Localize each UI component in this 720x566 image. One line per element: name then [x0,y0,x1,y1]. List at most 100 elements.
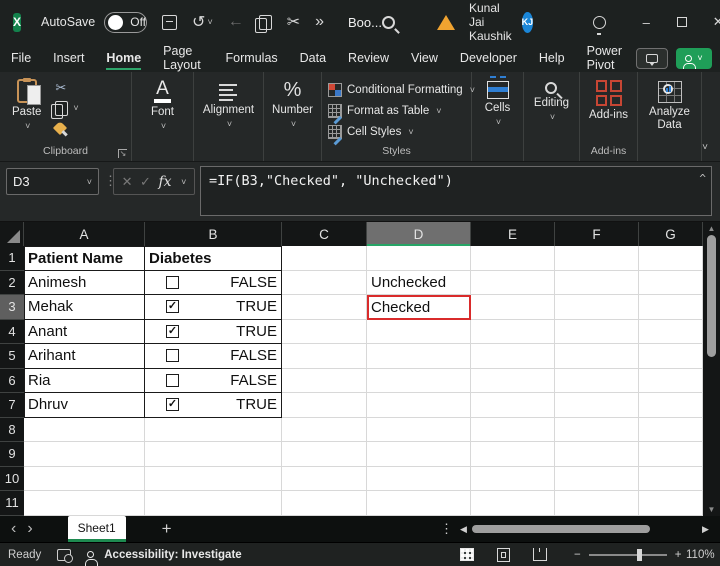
cell-c3[interactable] [282,295,367,320]
cell-d6[interactable] [367,369,471,394]
row-header[interactable]: 10 [0,467,24,492]
cell-f10[interactable] [555,467,639,492]
enter-button[interactable]: ✓ [140,174,151,190]
select-all-button[interactable] [0,222,24,246]
cells-menu-button[interactable]: Cells ˅ [485,72,511,144]
row-header[interactable]: 4 [0,320,24,345]
cell-d2[interactable]: Unchecked [367,271,471,296]
scroll-down-icon[interactable]: ▼ [703,505,720,514]
cell-c11[interactable] [282,491,367,516]
column-header-g[interactable]: G [639,222,703,246]
cell-d10[interactable] [367,467,471,492]
row-header-selected[interactable]: 3 [0,295,24,320]
cell-g7[interactable] [639,393,703,418]
cell-a1[interactable]: Patient Name [24,246,145,271]
cell-c4[interactable] [282,320,367,345]
macro-record-icon[interactable] [57,549,71,561]
cell-b5[interactable]: FALSE [145,344,282,369]
cell-c5[interactable] [282,344,367,369]
horizontal-scrollbar-thumb[interactable] [472,525,650,533]
copy-button[interactable]: ˅ [55,100,78,116]
cell-c1[interactable] [282,246,367,271]
cell-e9[interactable] [471,442,555,467]
row-header[interactable]: 8 [0,418,24,443]
cell-c7[interactable] [282,393,367,418]
cell-g8[interactable] [639,418,703,443]
cell-a11[interactable] [24,491,145,516]
column-header-f[interactable]: F [555,222,639,246]
cell-a2[interactable]: Animesh [24,271,145,296]
tab-sheet1[interactable]: Sheet1 [68,516,126,542]
page-layout-view-icon[interactable] [497,548,510,562]
cell-d11[interactable] [367,491,471,516]
cell-b8[interactable] [145,418,282,443]
zoom-slider-thumb[interactable] [637,549,642,561]
cell-g11[interactable] [639,491,703,516]
prev-sheet-button[interactable]: ‹ [0,520,27,538]
cell-e6[interactable] [471,369,555,394]
tab-home[interactable]: Home [95,44,152,72]
scroll-up-icon[interactable]: ▲ [703,224,720,233]
add-sheet-button[interactable]: + [162,519,172,539]
tab-formulas[interactable]: Formulas [215,44,289,72]
alignment-menu-button[interactable]: Alignment ˅ [203,72,254,144]
cell-g3[interactable] [639,295,703,320]
normal-view-icon[interactable] [460,548,474,561]
cell-f2[interactable] [555,271,639,296]
search-button[interactable] [382,16,395,29]
warning-icon[interactable] [437,15,455,30]
cell-f8[interactable] [555,418,639,443]
cell-e10[interactable] [471,467,555,492]
cell-b2[interactable]: FALSE [145,271,282,296]
minimize-button[interactable]: – [628,0,664,44]
cell-b9[interactable] [145,442,282,467]
cell-e4[interactable] [471,320,555,345]
cell-a10[interactable] [24,467,145,492]
cell-a6[interactable]: Ria [24,369,145,394]
cell-g1[interactable] [639,246,703,271]
cell-g6[interactable] [639,369,703,394]
tab-developer[interactable]: Developer [449,44,528,72]
cell-a3[interactable]: Mehak [24,295,145,320]
cell-b1[interactable]: Diabetes [145,246,282,271]
cut-button[interactable]: ✂ [287,12,300,32]
more-commands-button[interactable]: » [315,13,324,31]
cell-e5[interactable] [471,344,555,369]
format-painter-button[interactable] [55,120,78,136]
zoom-slider[interactable] [589,554,667,556]
cell-b7[interactable]: ✓ TRUE [145,393,282,418]
format-as-table-button[interactable]: Format as Table ˅ [328,102,442,120]
back-button[interactable]: ← [228,13,244,31]
next-sheet-button[interactable]: › [27,520,43,538]
row-header[interactable]: 5 [0,344,24,369]
column-header-d[interactable]: D [367,222,471,246]
cell-e8[interactable] [471,418,555,443]
number-menu-button[interactable]: % Number ˅ [272,72,313,144]
cancel-button[interactable]: ✕ [122,174,133,190]
cell-f9[interactable] [555,442,639,467]
close-button[interactable]: ✕ [700,0,720,44]
collapse-formula-bar-button[interactable]: ^ [699,172,706,185]
cell-b4[interactable]: ✓ TRUE [145,320,282,345]
analyze-data-button[interactable]: Analyze Data [644,72,696,144]
cell-d5[interactable] [367,344,471,369]
zoom-level[interactable]: 110% [686,549,715,561]
comments-button[interactable] [636,48,668,69]
cell-b3[interactable]: ✓ TRUE [145,295,282,320]
tab-data[interactable]: Data [289,44,337,72]
cell-c10[interactable] [282,467,367,492]
vertical-scrollbar-thumb[interactable] [707,235,716,357]
cell-d4[interactable] [367,320,471,345]
cell-a5[interactable]: Arihant [24,344,145,369]
checkbox-checked[interactable]: ✓ [166,325,179,338]
cell-g4[interactable] [639,320,703,345]
zoom-in-button[interactable]: + [675,549,682,561]
cell-e2[interactable] [471,271,555,296]
cell-d1[interactable] [367,246,471,271]
cell-e3[interactable] [471,295,555,320]
cell-f5[interactable] [555,344,639,369]
cell-a7[interactable]: Dhruv [24,393,145,418]
cell-b11[interactable] [145,491,282,516]
column-header-a[interactable]: A [24,222,145,246]
row-header[interactable]: 9 [0,442,24,467]
